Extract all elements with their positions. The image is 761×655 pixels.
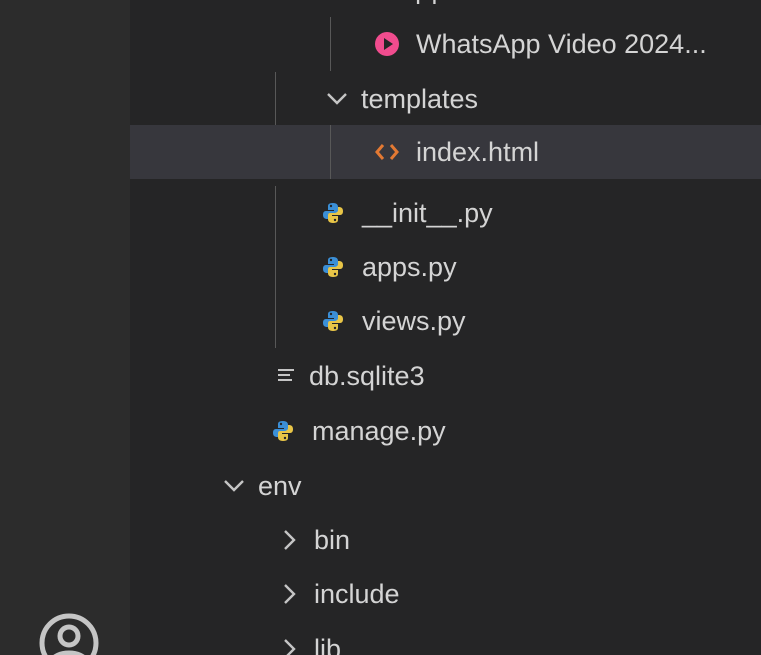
tree-item-label: lib xyxy=(314,633,342,655)
python-file-icon xyxy=(318,252,348,282)
tree-item-label: __init__.py xyxy=(362,197,493,228)
tree-item-label: views.py xyxy=(362,305,466,336)
tree-item-label: env xyxy=(258,470,302,501)
indent-guide xyxy=(330,125,331,179)
indent-guide xyxy=(275,72,276,126)
tree-item-index-html[interactable]: index.html xyxy=(130,125,761,179)
tree-item-label: bin xyxy=(314,524,351,555)
tree-item-label: manage.py xyxy=(312,415,446,446)
activity-bar xyxy=(0,0,130,655)
vscode-window: [ ] WhatsApp Video 2024... temp xyxy=(0,0,761,655)
clipped-tree-row: [ ] xyxy=(415,0,675,4)
html-file-icon xyxy=(372,137,402,167)
explorer-tree: [ ] WhatsApp Video 2024... temp xyxy=(130,0,761,655)
python-file-icon xyxy=(318,306,348,336)
tree-item-templates[interactable]: templates xyxy=(130,72,761,126)
tree-item-init-py[interactable]: __init__.py xyxy=(130,186,761,240)
clipped-row-label: [ ] xyxy=(415,0,438,4)
tree-item-env[interactable]: env xyxy=(130,459,761,513)
text-file-icon xyxy=(275,361,297,391)
indent-guide xyxy=(275,294,276,348)
chevron-right-icon xyxy=(278,579,302,609)
chevron-down-icon xyxy=(222,471,246,501)
tree-item-db-sqlite3[interactable]: db.sqlite3 xyxy=(130,349,761,403)
indent-guide xyxy=(275,240,276,294)
tree-item-label: templates xyxy=(361,83,479,114)
tree-item-label: index.html xyxy=(416,136,540,167)
account-icon[interactable] xyxy=(38,612,100,655)
tree-item-label: db.sqlite3 xyxy=(309,360,425,391)
python-file-icon xyxy=(268,416,298,446)
tree-item-label: WhatsApp Video 2024... xyxy=(416,28,707,59)
video-file-icon xyxy=(372,29,402,59)
chevron-right-icon xyxy=(278,634,302,655)
indent-guide xyxy=(330,17,331,71)
tree-item-apps-py[interactable]: apps.py xyxy=(130,240,761,294)
tree-item-lib[interactable]: lib xyxy=(130,622,761,655)
tree-item-include[interactable]: include xyxy=(130,567,761,621)
tree-item-label: include xyxy=(314,578,400,609)
tree-item-whatsapp-video[interactable]: WhatsApp Video 2024... xyxy=(130,17,761,71)
tree-item-label: apps.py xyxy=(362,251,457,282)
indent-guide xyxy=(275,186,276,240)
tree-item-manage-py[interactable]: manage.py xyxy=(130,404,761,458)
chevron-right-icon xyxy=(278,525,302,555)
tree-item-views-py[interactable]: views.py xyxy=(130,294,761,348)
python-file-icon xyxy=(318,198,348,228)
chevron-down-icon xyxy=(325,84,349,114)
tree-item-bin[interactable]: bin xyxy=(130,513,761,567)
